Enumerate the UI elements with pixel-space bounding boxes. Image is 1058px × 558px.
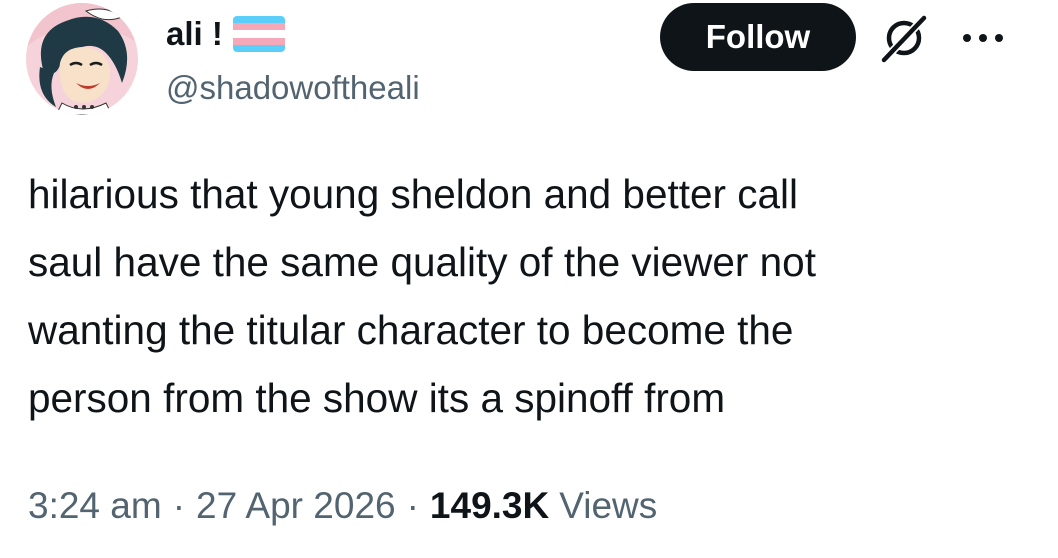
author-display-name[interactable]: ali ! bbox=[166, 12, 223, 56]
meta-separator: · bbox=[172, 485, 186, 526]
follow-button[interactable]: Follow bbox=[660, 3, 856, 71]
meta-separator: · bbox=[406, 485, 419, 526]
grok-icon[interactable] bbox=[876, 12, 932, 64]
author-name-row: ali ! bbox=[166, 12, 285, 56]
author-avatar[interactable] bbox=[26, 3, 138, 115]
more-options-icon[interactable] bbox=[958, 26, 1008, 50]
tweet-text: hilarious that young sheldon and better … bbox=[28, 171, 816, 421]
comic-woman-avatar-icon bbox=[26, 3, 138, 115]
author-handle[interactable]: @shadowoftheali bbox=[166, 66, 420, 110]
views-count: 149.3K bbox=[429, 485, 550, 526]
tweet-time[interactable]: 3:24 am bbox=[28, 485, 162, 527]
views-label: Views bbox=[559, 485, 658, 526]
tweet-meta: 3:24 am · 27 Apr 2026 · 149.3K Views bbox=[28, 478, 657, 534]
tweet-card: ali ! @shadowoftheali Follow hilarious t… bbox=[0, 0, 1058, 558]
trans-flag-icon bbox=[232, 16, 285, 52]
tweet-date[interactable]: 27 Apr 2026 bbox=[196, 485, 396, 527]
